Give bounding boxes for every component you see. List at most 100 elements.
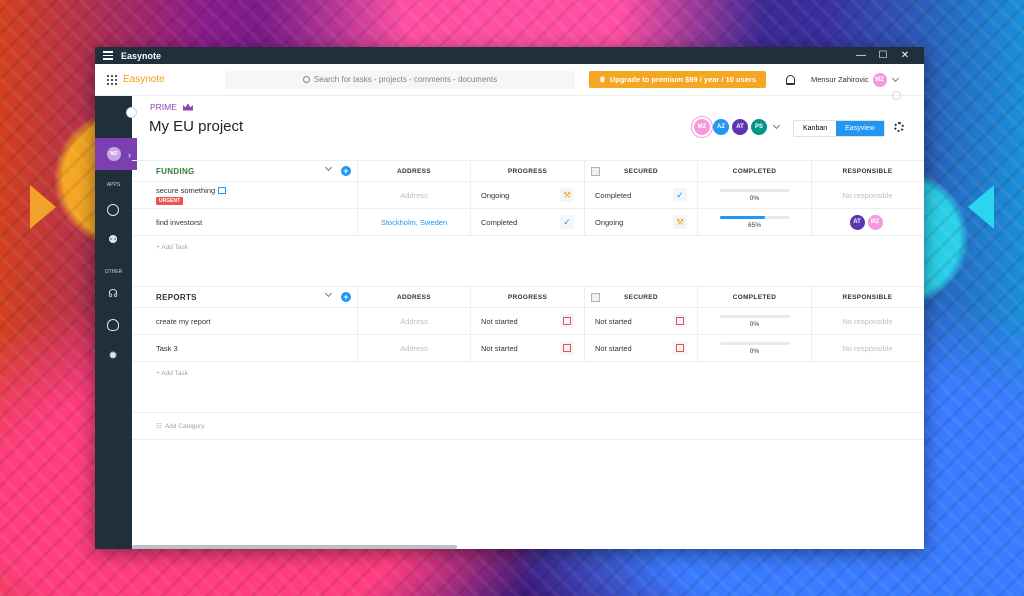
section-name[interactable]: REPORTS <box>132 287 358 307</box>
column-header-progress[interactable]: PROGRESS <box>471 287 585 307</box>
column-header-responsible[interactable]: RESPONSIBLE <box>812 287 923 307</box>
close-button[interactable]: ✕ <box>894 50 916 61</box>
responsible-cell[interactable]: No responsible <box>812 308 923 334</box>
brand-logo[interactable]: Easynote <box>123 74 225 85</box>
table-row[interactable]: find investorst Stockholm, Sweden Comple… <box>132 209 924 236</box>
checkbox-column-icon <box>591 292 600 302</box>
add-task-link[interactable]: + Add Task <box>132 362 924 384</box>
section-name[interactable]: FUNDING <box>132 161 358 181</box>
search-input[interactable]: Search for tasks - projects - comments -… <box>225 70 575 89</box>
user-menu[interactable]: Mensur Zahirovic MZ <box>811 72 899 87</box>
column-header-completed[interactable]: COMPLETED <box>698 161 812 181</box>
secured-status: Ongoing <box>595 217 624 227</box>
responsible-cell[interactable]: No responsible <box>812 335 923 361</box>
address-cell[interactable]: Stockholm, Sweden <box>358 209 471 235</box>
sidebar-item-project[interactable]: MZ › <box>95 138 137 170</box>
settings-gear-icon[interactable] <box>894 122 904 132</box>
task-name: secure something <box>156 185 216 195</box>
chevron-down-icon[interactable] <box>324 289 333 298</box>
team-icon[interactable]: ⚉ <box>107 234 119 246</box>
progress-cell[interactable]: Not started <box>471 335 585 361</box>
task-name-cell[interactable]: Task 3 <box>132 335 358 361</box>
address-cell[interactable]: Address <box>358 308 471 334</box>
maximize-button[interactable]: ☐ <box>872 50 894 61</box>
section-header: REPORTS + ADDRESS PROGRESS SECURED COMPL… <box>132 286 924 308</box>
user-name: Mensur Zahirovic <box>811 75 869 84</box>
secured-cell[interactable]: Completed ✓ <box>585 182 698 208</box>
member-avatar[interactable]: AT <box>732 119 748 135</box>
column-header-secured[interactable]: SECURED <box>585 287 698 307</box>
address-cell[interactable]: Address <box>358 182 471 208</box>
members-dropdown-icon[interactable] <box>772 121 781 130</box>
responsible-cell[interactable]: No responsible <box>812 182 923 208</box>
progress-status: Not started <box>481 316 518 326</box>
checkbox-column-icon <box>591 166 600 176</box>
responsible-avatar[interactable]: MZ <box>867 214 883 230</box>
view-easyview-button[interactable]: Easyview <box>836 121 884 136</box>
checkmark-icon[interactable]: ✓ <box>673 188 687 202</box>
progress-cell[interactable]: Completed ✓ <box>471 209 585 235</box>
scroll-up-indicator[interactable] <box>892 91 901 100</box>
member-avatar[interactable]: MZ <box>694 119 710 135</box>
column-header-address[interactable]: ADDRESS <box>358 161 471 181</box>
chevron-down-icon[interactable] <box>324 163 333 172</box>
completion-label: 65% <box>747 221 761 229</box>
secured-cell[interactable]: Not started <box>585 335 698 361</box>
responsible-avatar[interactable]: AT <box>849 214 865 230</box>
add-column-button[interactable]: + <box>341 166 351 176</box>
member-avatar[interactable]: AZ <box>713 119 729 135</box>
add-category-link[interactable]: ☷ Add Category <box>132 412 924 440</box>
progress-cell[interactable]: Not started <box>471 308 585 334</box>
search-icon <box>302 76 310 83</box>
completed-cell[interactable]: 65% <box>698 209 812 235</box>
progress-status: Completed <box>481 217 518 227</box>
progress-status: Ongoing <box>481 190 510 200</box>
bug-icon[interactable]: ✹ <box>107 350 119 362</box>
wrench-icon[interactable]: ⚒ <box>560 188 574 202</box>
task-name-cell[interactable]: secure something URGENT <box>132 182 358 208</box>
task-name: create my report <box>156 316 211 326</box>
add-task-link[interactable]: + Add Task <box>132 236 924 258</box>
task-name-cell[interactable]: create my report <box>132 308 358 334</box>
completion-bar <box>719 188 790 192</box>
column-header-responsible[interactable]: RESPONSIBLE <box>812 161 923 181</box>
column-header-secured[interactable]: SECURED <box>585 161 698 181</box>
horizontal-scrollbar[interactable] <box>132 545 457 549</box>
column-header-progress[interactable]: PROGRESS <box>471 161 585 181</box>
empty-status-icon[interactable] <box>673 341 687 355</box>
empty-status-icon[interactable] <box>560 314 574 328</box>
responsible-cell[interactable]: AT MZ <box>812 209 923 235</box>
address-cell[interactable]: Address <box>358 335 471 361</box>
add-column-button[interactable]: + <box>341 292 351 302</box>
bell-icon[interactable] <box>786 74 795 85</box>
completed-cell[interactable]: 0% <box>698 335 812 361</box>
table-row[interactable]: Task 3 Address Not started Not started 0… <box>132 335 924 362</box>
dashboard-gauge-icon[interactable] <box>107 204 119 216</box>
completed-cell[interactable]: 0% <box>698 308 812 334</box>
minimize-button[interactable]: — <box>850 50 872 61</box>
prime-crown-icon <box>182 103 193 111</box>
member-avatars[interactable]: MZ AZ AT PS <box>694 119 781 135</box>
apps-grid-icon[interactable] <box>107 74 117 85</box>
column-header-completed[interactable]: COMPLETED <box>698 287 812 307</box>
empty-status-icon[interactable] <box>560 341 574 355</box>
wrench-icon[interactable]: ⚒ <box>673 215 687 229</box>
hamburger-menu-icon[interactable] <box>103 49 113 62</box>
tier-label: PRIME <box>150 102 177 112</box>
headset-icon[interactable]: ☊ <box>107 288 119 300</box>
upgrade-button[interactable]: ♛ Upgrade to premium $99 / year / 10 use… <box>589 71 766 88</box>
table-row[interactable]: secure something URGENT Address Ongoing … <box>132 182 924 209</box>
lightbulb-icon[interactable] <box>107 319 119 331</box>
table-row[interactable]: create my report Address Not started Not… <box>132 308 924 335</box>
task-name-cell[interactable]: find investorst <box>132 209 358 235</box>
column-header-address[interactable]: ADDRESS <box>358 287 471 307</box>
secured-cell[interactable]: Ongoing ⚒ <box>585 209 698 235</box>
member-avatar[interactable]: PS <box>751 119 767 135</box>
empty-status-icon[interactable] <box>673 314 687 328</box>
progress-cell[interactable]: Ongoing ⚒ <box>471 182 585 208</box>
view-kanban-button[interactable]: Kanban <box>794 121 836 136</box>
sidebar-label-apps: APPS <box>106 182 121 188</box>
secured-cell[interactable]: Not started <box>585 308 698 334</box>
checkmark-icon[interactable]: ✓ <box>560 215 574 229</box>
completed-cell[interactable]: 0% <box>698 182 812 208</box>
